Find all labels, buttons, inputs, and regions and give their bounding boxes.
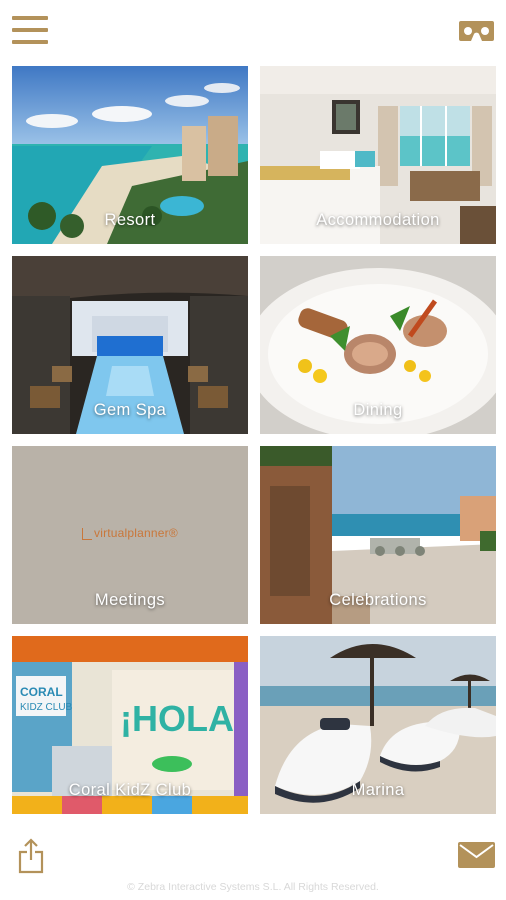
share-icon[interactable]: [17, 838, 45, 874]
svg-text:¡HOLA!: ¡HOLA!: [120, 698, 246, 739]
svg-text:KIDZ CLUB: KIDZ CLUB: [20, 702, 73, 713]
tile-label: Accommodation: [316, 211, 440, 229]
tile-label: Dining: [353, 401, 403, 419]
vr-headset-icon[interactable]: [458, 20, 495, 42]
virtualplanner-logo: virtualplanner®: [82, 526, 182, 544]
menu-line: [12, 40, 48, 44]
logo-bracket: [82, 528, 92, 540]
tile-accommodation[interactable]: Accommodation: [260, 66, 496, 244]
svg-text:CORAL: CORAL: [20, 685, 63, 699]
bottom-bar: © Zebra Interactive Systems S.L. All Rig…: [0, 822, 506, 900]
tile-meetings[interactable]: virtualplanner® Meetings: [12, 446, 248, 624]
tile-dining[interactable]: Dining: [260, 256, 496, 434]
tile-label: Gem Spa: [93, 401, 167, 419]
envelope-icon[interactable]: [458, 842, 495, 868]
copyright-text: © Zebra Interactive Systems S.L. All Rig…: [127, 881, 379, 893]
tile-coral-kidz-club[interactable]: CORAL KIDZ CLUB ¡HOLA! Coral KidZ Club: [12, 636, 248, 814]
tile-label: Celebrations: [329, 591, 427, 609]
logo-text: virtualplanner®: [94, 526, 178, 540]
tile-gem-spa[interactable]: Gem Spa: [12, 256, 248, 434]
menu-line: [12, 16, 48, 20]
tile-resort[interactable]: Resort: [12, 66, 248, 244]
tile-marina[interactable]: Marina: [260, 636, 496, 814]
hamburger-menu-icon[interactable]: [12, 16, 48, 46]
tile-label: Meetings: [94, 591, 166, 609]
tile-label: Resort: [104, 211, 156, 229]
tile-celebrations[interactable]: Celebrations: [260, 446, 496, 624]
menu-line: [12, 28, 48, 32]
tile-label: Coral KidZ Club: [68, 781, 192, 799]
tile-label: Marina: [351, 781, 405, 799]
top-bar: [0, 0, 506, 60]
